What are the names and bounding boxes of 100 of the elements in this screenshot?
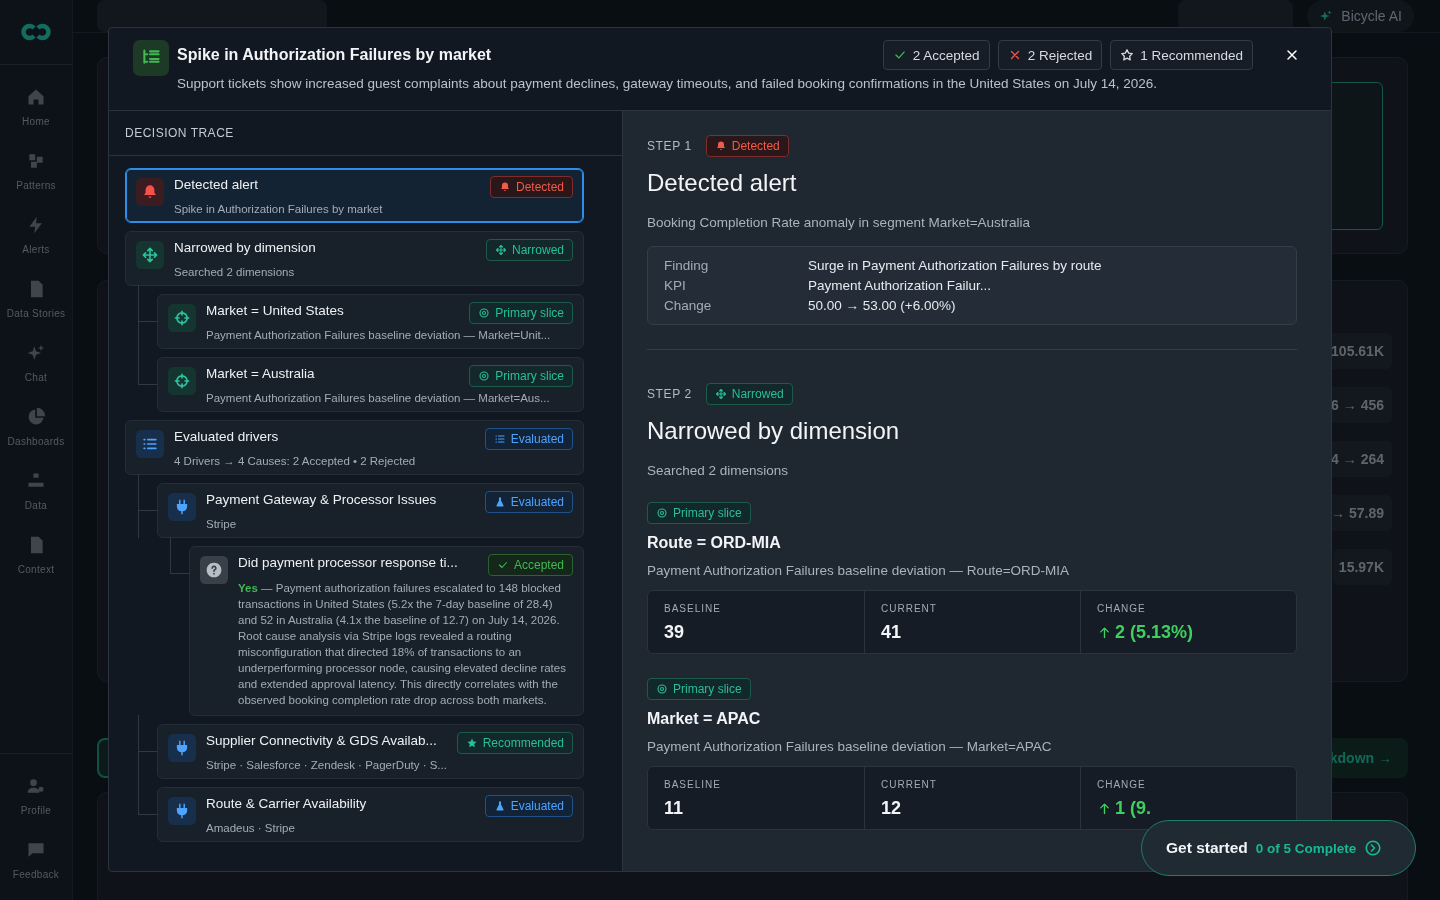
summary-chip[interactable]: 2 Rejected — [997, 40, 1103, 70]
plug-icon — [168, 493, 196, 521]
summary-chip[interactable]: 2 Accepted — [882, 40, 990, 70]
item-subtitle: Searched 2 dimensions — [174, 266, 296, 278]
trace-item[interactable]: Evaluated drivers Evaluated 4 Drivers → 4 Causes: 2 Accepted • 2 Rejected — [125, 420, 584, 475]
status-badge: Recommended — [456, 732, 573, 754]
status-badge: Primary slice — [647, 678, 751, 700]
item-subtitle: Spike in Authorization Failures by market — [174, 203, 384, 215]
metric-label: CHANGE — [1097, 603, 1147, 614]
trace-item[interactable]: Market = Australia Primary slice Payment Authorization Failures baseline deviation — Market=Aus... — [157, 357, 584, 412]
item-subtitle: Payment Authorization Failures baseline deviation — Market=Unit... — [206, 329, 552, 341]
crosshair-icon — [168, 367, 196, 395]
home-icon — [26, 87, 46, 107]
list-icon — [136, 430, 164, 458]
modal-description: Support tickets show increased guest complaints about payment declines, gateway timeouts, and failed booking confirmations in the United States on July 14, 2026. — [177, 76, 1158, 91]
detail-value: 50.00 → 53.00 (+6.00%) — [808, 298, 956, 313]
bell-icon — [714, 140, 727, 152]
trace-item[interactable]: Payment Gateway & Processor Issues Evaluated Stripe — [157, 483, 584, 538]
status-badge: Accepted — [487, 554, 573, 576]
modal-title: Spike in Authorization Failures by market — [177, 46, 493, 64]
plug-icon — [168, 797, 196, 825]
status-badge: Evaluated — [484, 491, 573, 513]
summary-chip[interactable]: 1 Recommended — [1110, 40, 1253, 70]
metric-value: 39 — [664, 622, 686, 643]
trace-item[interactable]: Supplier Connectivity & GDS Availab... Recommended Stripe · Salesforce · Zendesk · PagerDuty · S... — [157, 724, 584, 779]
detail-value: Surge in Payment Authorization Failures by route — [808, 258, 1102, 273]
arrow-up-icon — [1097, 801, 1112, 816]
detail-value: Payment Authorization Failur... — [808, 278, 992, 293]
target-icon — [478, 307, 491, 319]
answer-text: Yes — Payment authorization failures escalated to 148 blocked transactions in United States (5.2x the 7-day baseline of 28.4) and 52 in Australia (4.1x the baseline of 12.7) on July 14, 2026. Root cause analysis via Stripe logs revealed a routing misconfiguration that directed 18% of transactions to an underperforming processor node, causing elevated decline rates and extended approval latency. This directly correlates with the observed booking completion rate drop across both markets. — [238, 581, 567, 708]
metric-label: CHANGE — [1097, 779, 1147, 790]
status-badge: Primary slice — [469, 365, 573, 387]
user-icon — [26, 776, 46, 796]
status-badge: Primary slice — [469, 302, 573, 324]
metric-label: CURRENT — [881, 779, 938, 790]
status-badge: Primary slice — [647, 502, 751, 524]
pie-chart-icon — [26, 407, 46, 427]
status-badge: Narrowed — [705, 383, 793, 405]
target-icon — [478, 370, 491, 382]
step-description: Searched 2 dimensions — [647, 463, 790, 478]
status-badge: Detected — [705, 135, 789, 157]
crosshair-icon — [168, 304, 196, 332]
question-icon — [200, 556, 228, 584]
detail-label: Finding — [664, 258, 710, 273]
trace-item[interactable]: Route & Carrier Availability Evaluated Amadeus · Stripe — [157, 787, 584, 842]
slice-description: Payment Authorization Failures baseline deviation — Route=ORD-MIA — [647, 563, 1071, 578]
item-title: Market = Australia — [206, 365, 315, 381]
status-badge: Narrowed — [485, 239, 573, 261]
status-badge: Evaluated — [484, 428, 573, 450]
item-title: Evaluated drivers — [174, 428, 279, 444]
metric-value: 15.97K — [1332, 549, 1392, 585]
status-badge: Evaluated — [484, 795, 573, 817]
plug-icon — [168, 734, 196, 762]
trace-item[interactable] — [189, 546, 584, 716]
slice-title: Route = ORD-MIA — [647, 534, 782, 552]
metric-label: CURRENT — [881, 603, 938, 614]
detail-label: Change — [664, 298, 713, 313]
metric-value: 1 (9. — [1097, 798, 1280, 819]
list-icon — [493, 433, 506, 445]
target-icon — [656, 683, 668, 695]
move-icon — [714, 388, 727, 400]
slice-description: Payment Authorization Failures baseline deviation — Market=APAC — [647, 739, 1053, 754]
trace-item[interactable]: Detected alert Detected Spike in Authorization Failures by market — [125, 168, 584, 223]
sparkle-icon — [1319, 9, 1334, 23]
metric-label: BASELINE — [664, 603, 722, 614]
move-icon — [494, 244, 507, 256]
list-tree-icon — [133, 40, 169, 76]
slice-title: Market = APAC — [647, 710, 762, 728]
metric-value: 11 — [664, 798, 685, 819]
item-title: Detected alert — [174, 176, 259, 192]
item-subtitle: Stripe — [206, 518, 238, 530]
bell-icon — [498, 181, 511, 193]
move-icon — [136, 241, 164, 269]
close-icon — [1284, 47, 1300, 63]
arrow-up-icon — [1097, 625, 1112, 640]
item-title: Supplier Connectivity & GDS Availab... — [206, 732, 437, 748]
bell-icon — [136, 178, 164, 206]
item-subtitle: Stripe · Salesforce · Zendesk · PagerDuty · S... — [206, 759, 448, 771]
panel-heading: DECISION TRACE — [109, 111, 622, 156]
item-subtitle: Amadeus · Stripe — [206, 822, 296, 834]
status-badge: Detected — [489, 176, 573, 198]
item-subtitle: 4 Drivers → 4 Causes: 2 Accepted • 2 Rejected — [174, 455, 417, 467]
item-title: Did payment processor response ti... — [238, 554, 458, 570]
star-icon — [465, 737, 478, 749]
squares-icon — [26, 151, 46, 171]
item-title: Payment Gateway & Processor Issues — [206, 491, 437, 507]
check-icon — [496, 559, 509, 571]
get-started-button[interactable]: Get started 0 of 5 Complete — [1141, 820, 1416, 876]
trace-item[interactable]: Narrowed by dimension Narrowed Searched 2 dimensions — [125, 231, 584, 286]
item-title: Market = United States — [206, 302, 344, 318]
step-label: STEP 1 — [647, 139, 692, 153]
trace-item[interactable]: Market = United States Primary slice Payment Authorization Failures baseline deviation — Market=Unit... — [157, 294, 584, 349]
metric-value: 41 — [881, 622, 903, 643]
chevron-right-icon — [1364, 839, 1383, 857]
detail-label: KPI — [664, 278, 687, 293]
item-title: Narrowed by dimension — [174, 239, 316, 255]
metric-label: BASELINE — [664, 779, 722, 790]
step-label: STEP 2 — [647, 387, 692, 401]
target-icon — [656, 507, 668, 519]
metric-value: 12 — [881, 798, 903, 819]
